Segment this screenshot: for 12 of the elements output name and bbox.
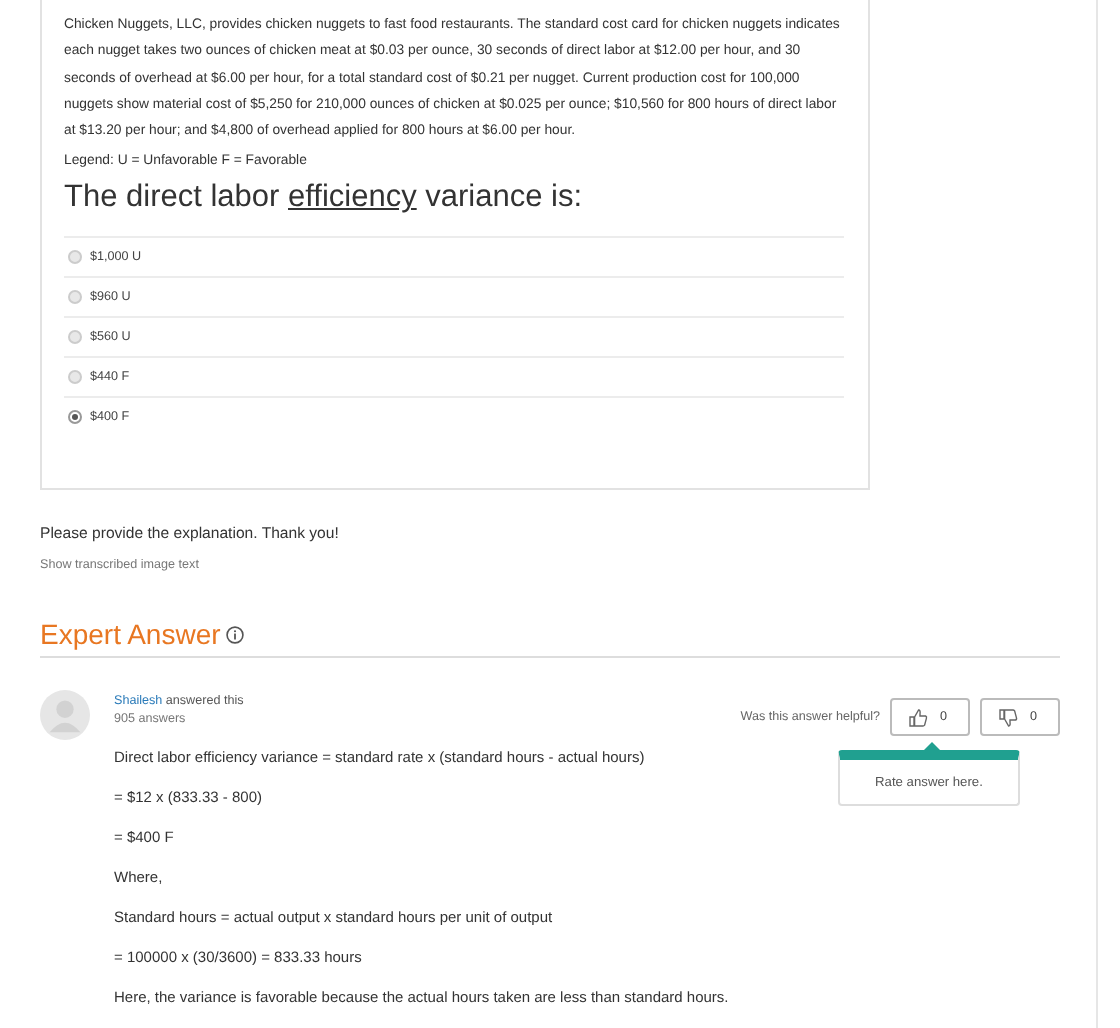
term-link[interactable]: efficiency <box>288 180 417 215</box>
section-title: Expert Answer <box>40 618 221 650</box>
radio-button[interactable] <box>68 330 82 345</box>
thumbs-up-icon <box>908 707 928 727</box>
radio-button[interactable] <box>68 370 82 385</box>
question-heading: The direct labor efficiency variance is: <box>64 180 585 217</box>
avatar-icon <box>40 690 90 740</box>
radio-button[interactable] <box>68 410 82 425</box>
thumbs-down-icon <box>998 707 1018 727</box>
radio-button[interactable] <box>68 250 82 265</box>
radio-button[interactable] <box>68 290 82 305</box>
info-icon[interactable] <box>226 625 245 643</box>
